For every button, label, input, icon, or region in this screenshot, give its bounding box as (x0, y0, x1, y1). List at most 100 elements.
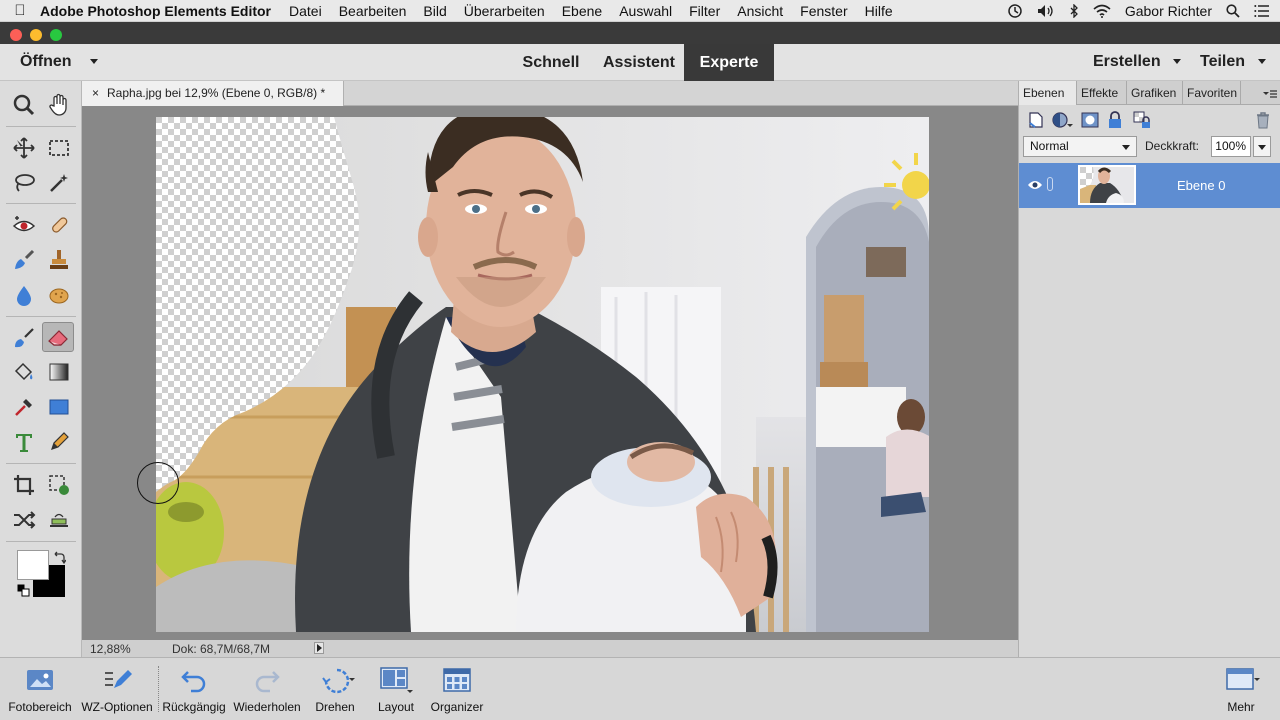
organizer-button[interactable]: Organizer (426, 658, 488, 720)
clone-stamp-tool-icon[interactable] (43, 245, 75, 275)
tab-graphics[interactable]: Grafiken (1127, 81, 1183, 105)
open-button[interactable]: Öffnen (20, 53, 98, 71)
app-menu[interactable]: Adobe Photoshop Elements Editor (40, 3, 271, 19)
document-image[interactable] (156, 117, 929, 632)
lock-transparent-pixels-icon[interactable] (1133, 111, 1151, 134)
bluetooth-icon[interactable] (1069, 4, 1079, 18)
zoom-window-button[interactable] (50, 29, 62, 41)
chevron-down-icon (1257, 59, 1266, 65)
eyedropper-tool-icon[interactable] (8, 392, 40, 422)
close-window-button[interactable] (10, 29, 22, 41)
share-button[interactable]: Teilen (1200, 53, 1266, 71)
minimize-window-button[interactable] (30, 29, 42, 41)
tool-options-button[interactable]: WZ-Optionen (78, 658, 156, 720)
opacity-slider-toggle[interactable] (1253, 136, 1271, 157)
eye-visibility-icon[interactable] (1027, 178, 1043, 196)
create-button[interactable]: Erstellen (1093, 53, 1182, 71)
pencil-tool-icon[interactable] (43, 427, 75, 457)
menu-fenster[interactable]: Fenster (800, 3, 847, 19)
more-button[interactable]: Mehr (1216, 658, 1266, 720)
spot-healing-brush-icon[interactable] (43, 210, 75, 240)
spotlight-search-icon[interactable] (1226, 4, 1240, 18)
blur-tool-icon[interactable] (8, 280, 40, 310)
mode-expert-tab[interactable]: Experte (684, 44, 774, 81)
menu-ueberarbeiten[interactable]: Überarbeiten (464, 3, 545, 19)
panel-menu-icon[interactable] (1263, 87, 1277, 105)
recompose-tool-icon[interactable] (43, 470, 75, 500)
hand-tool-icon[interactable] (43, 90, 75, 120)
organizer-icon (442, 666, 472, 699)
mode-quick-tab[interactable]: Schnell (512, 44, 590, 81)
add-layer-mask-icon[interactable] (1081, 111, 1099, 134)
tool-options-icon (102, 666, 132, 699)
status-menu-arrow-icon[interactable] (314, 642, 324, 654)
menu-bearbeiten[interactable]: Bearbeiten (339, 3, 407, 19)
gradient-tool-icon[interactable] (43, 357, 75, 387)
layer-thumbnail (1078, 165, 1136, 205)
foreground-color-swatch-top[interactable] (17, 550, 49, 580)
layer-link-icon[interactable] (1047, 177, 1053, 191)
content-aware-move-icon[interactable] (8, 505, 40, 535)
photo-bin-button[interactable]: Fotobereich (2, 658, 78, 720)
opacity-input[interactable]: 100% (1211, 136, 1251, 157)
tab-strip (344, 81, 1018, 106)
brush-tool-icon[interactable] (8, 323, 40, 353)
menu-bild[interactable]: Bild (423, 3, 446, 19)
new-layer-icon[interactable] (1027, 111, 1045, 134)
tab-layers[interactable]: Ebenen (1019, 81, 1077, 105)
swap-colors-icon[interactable] (52, 551, 67, 570)
apple-menu-icon[interactable]:  (0, 2, 40, 19)
layout-icon (379, 666, 413, 699)
user-name[interactable]: Gabor Richter (1125, 3, 1212, 19)
tool-separator (6, 203, 76, 204)
crop-tool-icon[interactable] (8, 470, 40, 500)
photo-man-holding-baby (156, 117, 929, 632)
layer-name: Ebene 0 (1177, 178, 1226, 193)
window-titlebar (0, 22, 1280, 46)
menu-hilfe[interactable]: Hilfe (865, 3, 893, 19)
zoom-level[interactable]: 12,88% (90, 642, 131, 656)
delete-layer-icon[interactable] (1255, 111, 1271, 134)
volume-icon[interactable] (1037, 4, 1055, 18)
menu-ansicht[interactable]: Ansicht (737, 3, 783, 19)
close-document-icon[interactable]: × (92, 86, 99, 100)
menu-filter[interactable]: Filter (689, 3, 720, 19)
move-tool-icon[interactable] (8, 133, 40, 163)
document-title: Rapha.jpg bei 12,9% (Ebene 0, RGB/8) * (107, 86, 326, 100)
redo-button[interactable]: Wiederholen (230, 658, 304, 720)
paint-bucket-tool-icon[interactable] (8, 357, 40, 387)
notification-center-icon[interactable] (1254, 5, 1270, 17)
rectangular-marquee-tool-icon[interactable] (43, 133, 75, 163)
canvas-area[interactable]: × Rapha.jpg bei 12,9% (Ebene 0, RGB/8) * (82, 81, 1018, 657)
undo-button[interactable]: Rückgängig (160, 658, 228, 720)
type-tool-icon[interactable] (8, 427, 40, 457)
shape-tool-icon[interactable] (43, 392, 75, 422)
new-adjustment-layer-icon[interactable] (1051, 111, 1073, 134)
layout-button[interactable]: Layout (368, 658, 424, 720)
taskbar-separator (158, 666, 159, 712)
sponge-tool-icon[interactable] (43, 280, 75, 310)
wifi-icon[interactable] (1093, 4, 1111, 18)
default-colors-icon[interactable] (17, 584, 31, 603)
quick-selection-tool-icon[interactable] (43, 168, 75, 198)
menu-datei[interactable]: Datei (289, 3, 322, 19)
blend-mode-select[interactable]: Normal (1023, 136, 1137, 157)
document-tab[interactable]: × Rapha.jpg bei 12,9% (Ebene 0, RGB/8) * (82, 81, 344, 106)
lasso-tool-icon[interactable] (8, 168, 40, 198)
mode-guided-tab[interactable]: Assistent (596, 44, 682, 81)
straighten-tool-icon[interactable] (43, 505, 75, 535)
menu-auswahl[interactable]: Auswahl (619, 3, 672, 19)
layers-panel: Ebenen Effekte Grafiken Favoriten Normal… (1018, 81, 1280, 657)
rotate-button[interactable]: Drehen (306, 658, 364, 720)
time-machine-icon[interactable] (1007, 3, 1023, 19)
layer-row[interactable]: Ebene 0 (1019, 163, 1280, 208)
document-size: Dok: 68,7M/68,7M (172, 642, 271, 656)
menu-ebene[interactable]: Ebene (562, 3, 602, 19)
lock-all-pixels-icon[interactable] (1107, 111, 1123, 134)
eraser-tool-icon[interactable] (42, 322, 74, 352)
tab-effects[interactable]: Effekte (1077, 81, 1127, 105)
tab-favorites[interactable]: Favoriten (1183, 81, 1241, 105)
red-eye-tool-icon[interactable] (8, 210, 40, 240)
zoom-tool-icon[interactable] (8, 90, 40, 120)
smart-brush-icon[interactable] (8, 245, 40, 275)
